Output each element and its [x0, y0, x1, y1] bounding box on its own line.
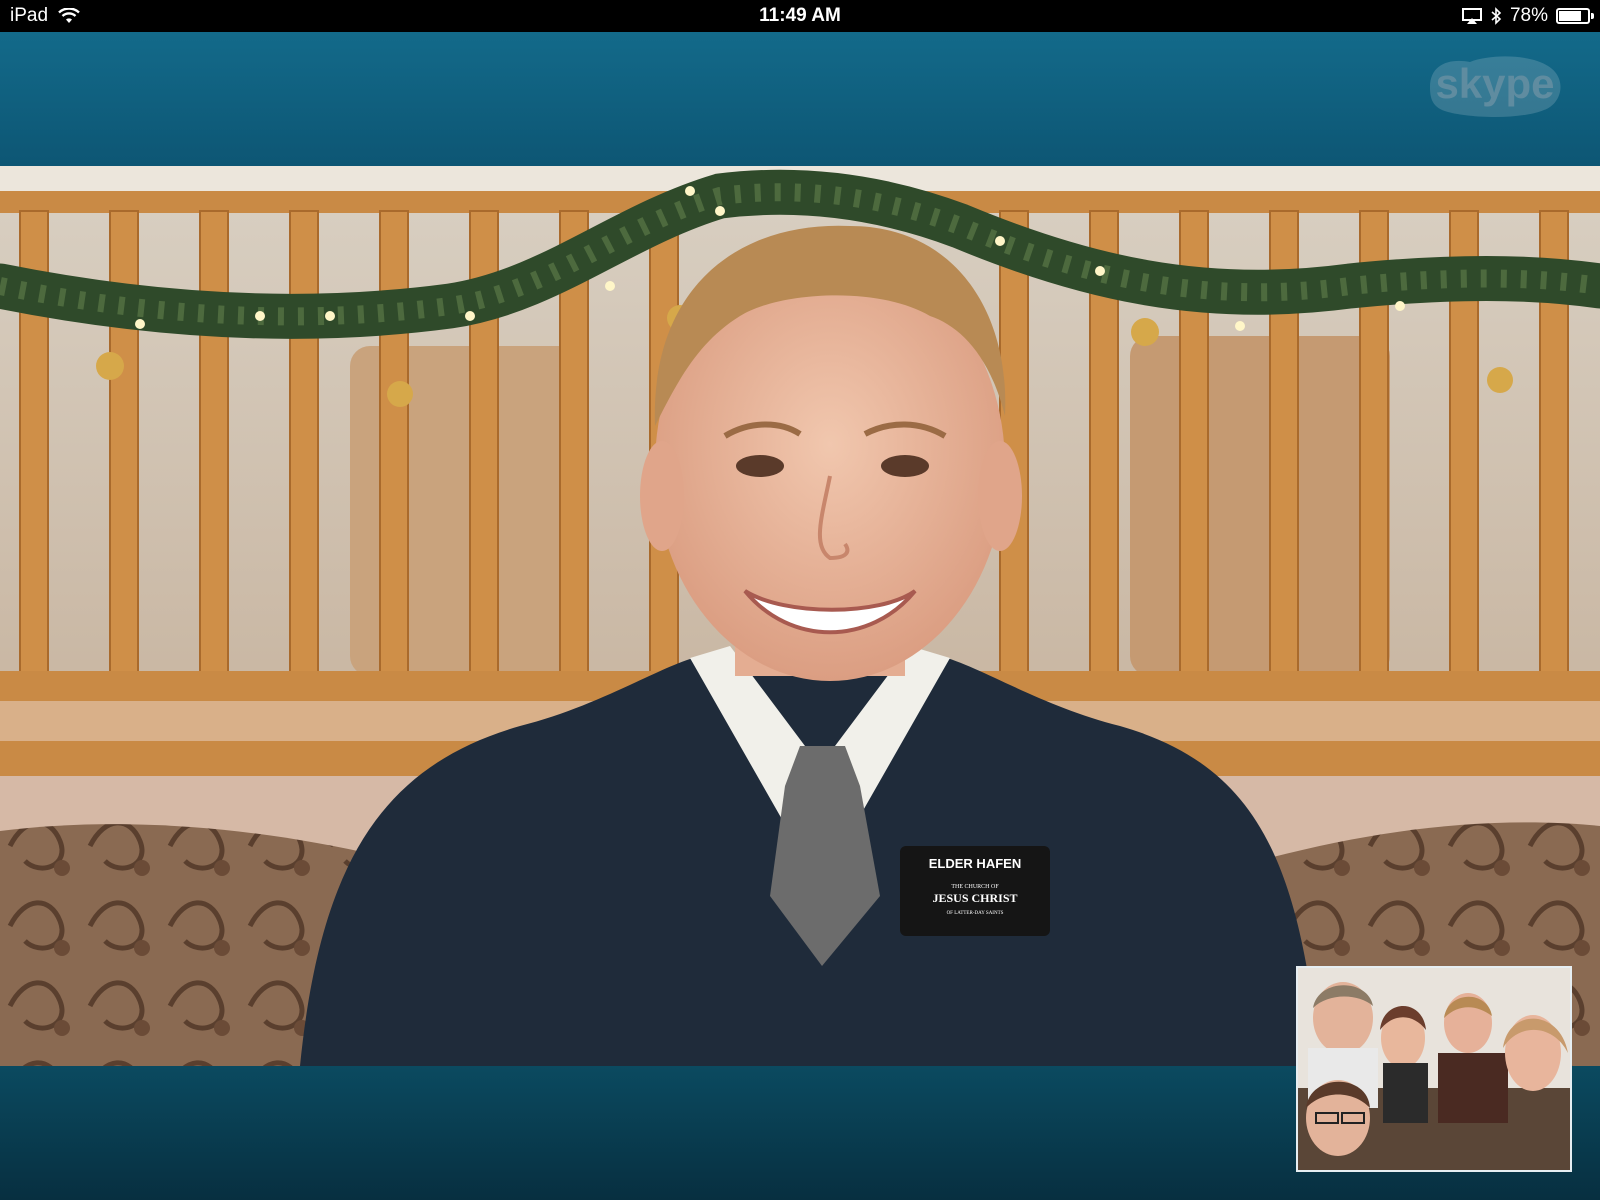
badge-line3: OF LATTER-DAY SAINTS [947, 911, 1004, 916]
self-view-scene [1298, 968, 1570, 1170]
remote-video-feed[interactable]: ELDER HAFEN THE CHURCH OF JESUS CHRIST O… [0, 166, 1600, 1066]
status-time: 11:49 AM [759, 5, 841, 26]
remote-video-scene: ELDER HAFEN THE CHURCH OF JESUS CHRIST O… [0, 166, 1600, 1066]
self-view-video[interactable] [1296, 966, 1572, 1172]
badge-line2: JESUS CHRIST [932, 891, 1017, 905]
skype-logo: skype [1430, 56, 1561, 117]
name-badge: ELDER HAFEN THE CHURCH OF JESUS CHRIST O… [900, 846, 1050, 936]
badge-name: ELDER HAFEN [929, 856, 1021, 871]
bluetooth-icon [1491, 7, 1502, 25]
airplay-icon [1461, 8, 1482, 24]
status-bar: iPad 11:49 AM 78% [0, 0, 1600, 32]
badge-line1: THE CHURCH OF [951, 884, 999, 890]
battery-fill [1559, 11, 1581, 21]
battery-percent: 78% [1509, 5, 1548, 26]
skype-logo-text: skype [1435, 60, 1554, 107]
call-header: skype [0, 32, 1600, 166]
status-right: 78% [1461, 5, 1594, 27]
battery-icon [1556, 8, 1594, 24]
